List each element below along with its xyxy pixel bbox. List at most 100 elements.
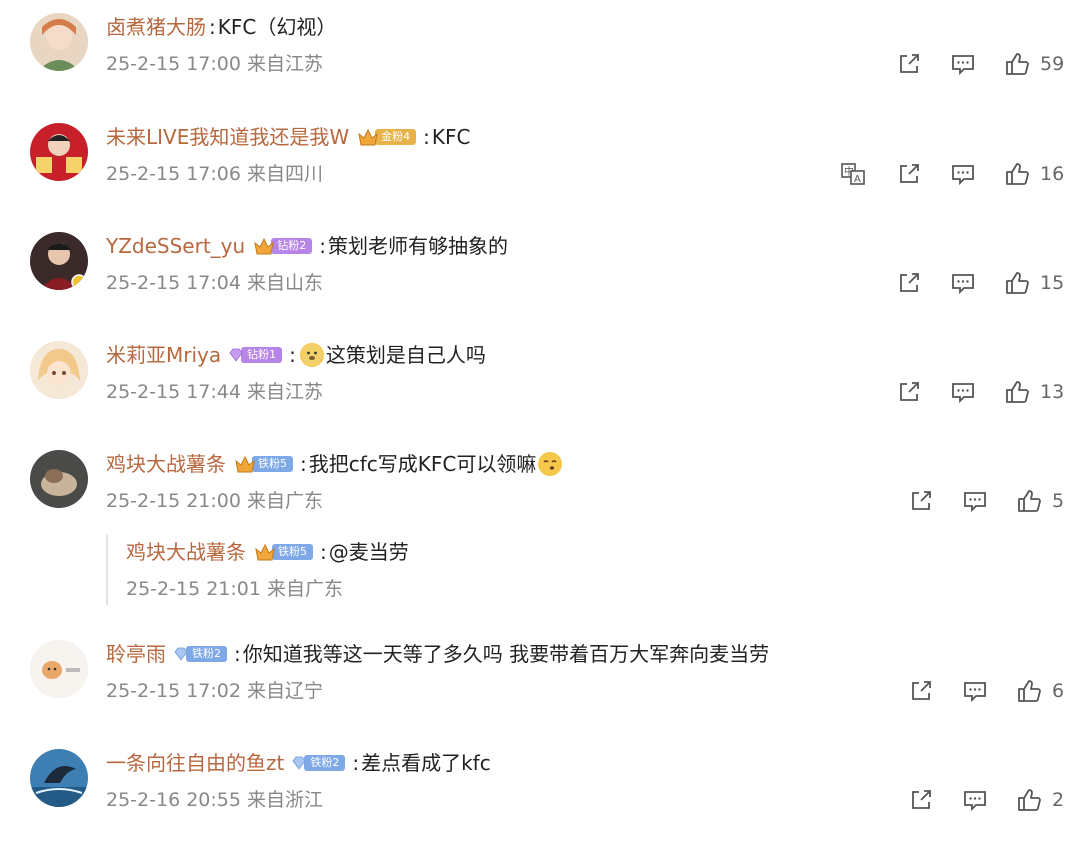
username[interactable]: 鸡块大战薯条: [106, 447, 226, 481]
share-icon[interactable]: [896, 51, 922, 77]
action-bar: 6: [908, 675, 1064, 707]
colon: :: [300, 452, 307, 476]
like-count: 5: [1052, 490, 1065, 512]
username[interactable]: 卤煮猪大肠: [106, 10, 206, 44]
comment-line: 米莉亚Mriya 钻粉1 : 这策划是自己人吗: [106, 338, 486, 372]
thumbs-up-icon[interactable]: [1004, 270, 1030, 296]
like-count: 15: [1040, 272, 1065, 294]
reply-text: @麦当劳: [328, 540, 409, 564]
comment-meta: 25-2-15 17:02 来自辽宁: [106, 677, 323, 705]
reply-line: 鸡块大战薯条 铁粉5 : @麦当劳: [126, 535, 409, 569]
comment-icon[interactable]: [950, 51, 976, 77]
username[interactable]: 米莉亚Mriya: [106, 338, 221, 372]
fan-badge[interactable]: 铁粉2: [292, 753, 346, 773]
thumbs-up-icon[interactable]: [1004, 161, 1030, 187]
thumbs-up-icon[interactable]: [1016, 787, 1042, 813]
crown-icon: [235, 455, 255, 473]
comment-meta: 25-2-16 20:55 来自浙江: [106, 786, 323, 814]
comment-text: 策划老师有够抽象的: [327, 234, 508, 258]
share-icon[interactable]: [896, 161, 922, 187]
thumbs-up-icon[interactable]: [1004, 379, 1030, 405]
fan-badge-label: 金粉4: [375, 129, 417, 145]
username[interactable]: YZdeSSert_yu: [106, 229, 245, 263]
svg-text:A: A: [854, 174, 861, 185]
doge-emoji-icon: [299, 343, 324, 367]
comment-icon[interactable]: [950, 379, 976, 405]
fan-badge-label: 铁粉2: [186, 646, 227, 662]
comment-icon[interactable]: [950, 270, 976, 296]
username[interactable]: 未来LIVE我知道我还是我W: [106, 120, 349, 154]
location: 来自辽宁: [247, 680, 324, 702]
avatar[interactable]: [30, 341, 88, 399]
colon: :: [352, 751, 360, 775]
action-bar: 13: [896, 376, 1064, 408]
fan-badge[interactable]: 金粉4: [357, 127, 417, 147]
share-icon[interactable]: [896, 379, 922, 405]
fan-badge-label: 钻粉2: [271, 238, 313, 254]
fan-badge[interactable]: 铁粉2: [174, 644, 227, 664]
comment-meta: 25-2-15 21:00 来自广东: [106, 487, 323, 515]
comment-text: KFC: [431, 125, 471, 149]
comment-line: 未来LIVE我知道我还是我W 金粉4 : KFC: [106, 120, 470, 154]
comment-icon[interactable]: [962, 787, 988, 813]
fan-badge[interactable]: 铁粉5: [254, 542, 313, 562]
action-bar: 中A 16: [840, 158, 1064, 190]
comment-text: 这策划是自己人吗: [325, 343, 486, 367]
comment-line: YZdeSSert_yu 钻粉2 : 策划老师有够抽象的: [106, 229, 508, 263]
thumbs-up-icon[interactable]: [1016, 488, 1042, 514]
fan-badge[interactable]: 钻粉2: [253, 236, 313, 256]
username[interactable]: 聆亭雨: [106, 637, 166, 671]
crown-icon: [254, 237, 274, 255]
reply-item: 鸡块大战薯条 铁粉5 : @麦当劳 25-2-15 21:01 来自广东: [106, 535, 1008, 605]
location: 来自江苏: [247, 53, 324, 75]
like-count: 2: [1052, 789, 1065, 811]
comment-meta: 25-2-15 17:04 来自山东: [106, 269, 323, 297]
avatar[interactable]: [30, 640, 88, 698]
avatar[interactable]: [30, 450, 88, 508]
like-count: 16: [1040, 163, 1065, 185]
diamond-icon: [174, 647, 188, 661]
share-icon[interactable]: [896, 270, 922, 296]
comment-text: 差点看成了kfc: [361, 751, 491, 775]
avatar[interactable]: [30, 749, 88, 807]
fan-badge-label: 钻粉1: [241, 347, 283, 363]
location: 来自广东: [267, 578, 344, 600]
action-bar: 5: [908, 485, 1064, 517]
diamond-icon: [229, 348, 243, 362]
comment-text: 我把cfc写成KFC可以领嘛: [308, 452, 537, 476]
colon: :: [320, 540, 327, 564]
thumbs-up-icon[interactable]: [1016, 678, 1042, 704]
fan-badge-label: 铁粉2: [304, 755, 346, 771]
translate-icon[interactable]: 中A: [840, 161, 866, 187]
timestamp: 25-2-16 20:55: [106, 789, 241, 811]
share-icon[interactable]: [908, 488, 934, 514]
thumbs-up-icon[interactable]: [1004, 51, 1030, 77]
fan-badge[interactable]: 铁粉5: [234, 454, 293, 474]
comment-icon[interactable]: [950, 161, 976, 187]
timestamp: 25-2-15 17:44: [106, 381, 241, 403]
avatar[interactable]: [30, 13, 88, 71]
username[interactable]: 一条向往自由的鱼zt: [106, 746, 284, 780]
comment-line: 卤煮猪大肠 : KFC（幻视）: [106, 10, 336, 44]
share-icon[interactable]: [908, 678, 934, 704]
avatar[interactable]: [30, 232, 88, 290]
diamond-icon: [292, 756, 306, 770]
avatar[interactable]: [30, 123, 88, 181]
reply-username[interactable]: 鸡块大战薯条: [126, 535, 246, 569]
share-icon[interactable]: [908, 787, 934, 813]
location: 来自浙江: [247, 789, 324, 811]
comment-line: 一条向往自由的鱼zt 铁粉2 : 差点看成了kfc: [106, 746, 491, 780]
location: 来自山东: [247, 272, 324, 294]
comment-icon[interactable]: [962, 678, 988, 704]
colon: :: [234, 642, 241, 666]
fan-badge[interactable]: 钻粉1: [229, 345, 283, 365]
like-count: 13: [1040, 381, 1065, 403]
comment-icon[interactable]: [962, 488, 988, 514]
fan-badge-label: 铁粉5: [272, 544, 313, 560]
comment-line: 聆亭雨 铁粉2 : 你知道我等这一天等了多久吗 我要带着百万大军奔向麦当劳: [106, 637, 769, 671]
like-count: 59: [1040, 53, 1065, 75]
crown-icon: [358, 128, 378, 146]
colon: :: [289, 343, 296, 367]
comment-meta: 25-2-15 17:44 来自江苏: [106, 378, 323, 406]
kiss-emoji-icon: [538, 452, 563, 476]
